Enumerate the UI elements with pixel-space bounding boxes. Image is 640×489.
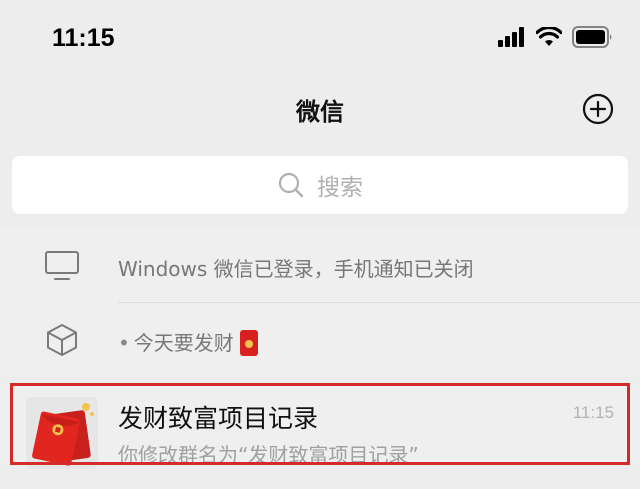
page-title: 微信 (296, 98, 344, 126)
search-placeholder: 搜索 (317, 175, 363, 201)
list-item-text-row: • 今天要发财 (118, 327, 258, 358)
search-icon (278, 172, 304, 198)
plus-circle-icon[interactable] (582, 93, 614, 125)
search-input[interactable]: 搜索 (12, 156, 628, 214)
red-envelope-graphic (26, 397, 98, 469)
wifi-icon (536, 27, 562, 46)
battery-icon (572, 26, 612, 48)
chat-preview: 你修改群名为“发财致富项目记录” (118, 443, 419, 467)
status-icons (498, 26, 614, 48)
monitor-icon (45, 251, 79, 280)
bullet: • (118, 331, 130, 355)
red-envelope-icon (239, 329, 258, 356)
signal-icon (498, 27, 524, 47)
nav-bar: 微信 (0, 78, 640, 140)
status-bar: 11:15 (0, 0, 640, 78)
chat-title: 发财致富项目记录 (118, 404, 319, 433)
list-item-text: Windows 微信已登录，手机通知已关闭 (118, 257, 474, 281)
chat-time: 11:15 (572, 403, 614, 422)
cube-icon (47, 324, 77, 356)
chat-list: Windows 微信已登录，手机通知已关闭 • 今天要发财 发财致富项目记录 1… (0, 229, 640, 469)
red-envelope-avatar-icon[interactable] (26, 397, 98, 469)
list-item-windows-login[interactable]: Windows 微信已登录，手机通知已关闭 (0, 229, 640, 303)
chat-item[interactable]: 发财致富项目记录 11:15 你修改群名为“发财致富项目记录” (0, 385, 640, 469)
status-time: 11:15 (52, 24, 115, 52)
list-item-fold[interactable]: • 今天要发财 (0, 303, 640, 377)
list-item-text: 今天要发财 (133, 331, 234, 355)
